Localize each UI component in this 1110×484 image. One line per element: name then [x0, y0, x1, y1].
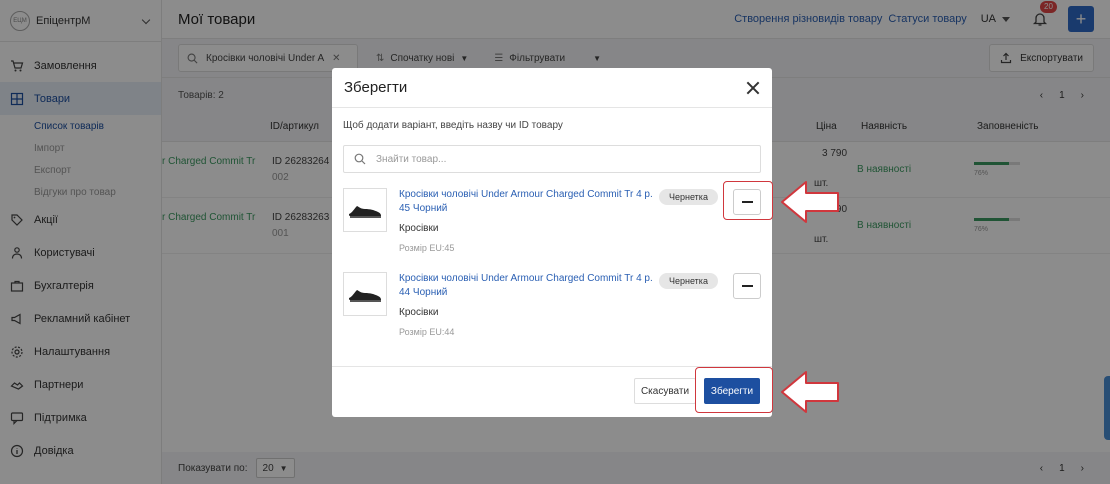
save-dialog: Зберегти Щоб додати варіант, введіть наз… — [332, 68, 772, 417]
highlight-box — [723, 181, 773, 220]
minus-icon — [741, 285, 753, 287]
pointer-arrow-icon — [781, 371, 839, 413]
variant-size: Розмір EU:44 — [399, 327, 455, 337]
sneaker-image — [349, 206, 381, 218]
variant-title-link[interactable]: Кросівки чоловічі Under Armour Charged C… — [399, 272, 655, 300]
pointer-arrow-icon — [781, 181, 839, 223]
dialog-title: Зберегти — [344, 79, 408, 96]
highlight-box — [695, 367, 773, 413]
variant-size: Розмір EU:45 — [399, 243, 455, 253]
dialog-hint: Щоб додати варіант, введіть назву чи ID … — [343, 120, 563, 131]
product-thumbnail — [343, 188, 387, 232]
dialog-header: Зберегти — [332, 68, 772, 108]
search-icon — [354, 153, 366, 165]
product-thumbnail — [343, 272, 387, 316]
variant-item: Кросівки чоловічі Under Armour Charged C… — [343, 188, 763, 268]
close-icon[interactable] — [746, 81, 760, 95]
variant-category: Кросівки — [399, 223, 439, 234]
find-product-input[interactable] — [376, 153, 750, 165]
variant-item: Кросівки чоловічі Under Armour Charged C… — [343, 272, 763, 352]
cancel-button[interactable]: Скасувати — [634, 378, 696, 404]
find-product-field[interactable] — [343, 145, 761, 173]
status-badge: Чернетка — [659, 273, 718, 289]
variant-title-link[interactable]: Кросівки чоловічі Under Armour Charged C… — [399, 188, 655, 216]
status-badge: Чернетка — [659, 189, 718, 205]
variant-category: Кросівки — [399, 307, 439, 318]
sneaker-image — [349, 290, 381, 302]
remove-variant-button[interactable] — [733, 273, 761, 299]
